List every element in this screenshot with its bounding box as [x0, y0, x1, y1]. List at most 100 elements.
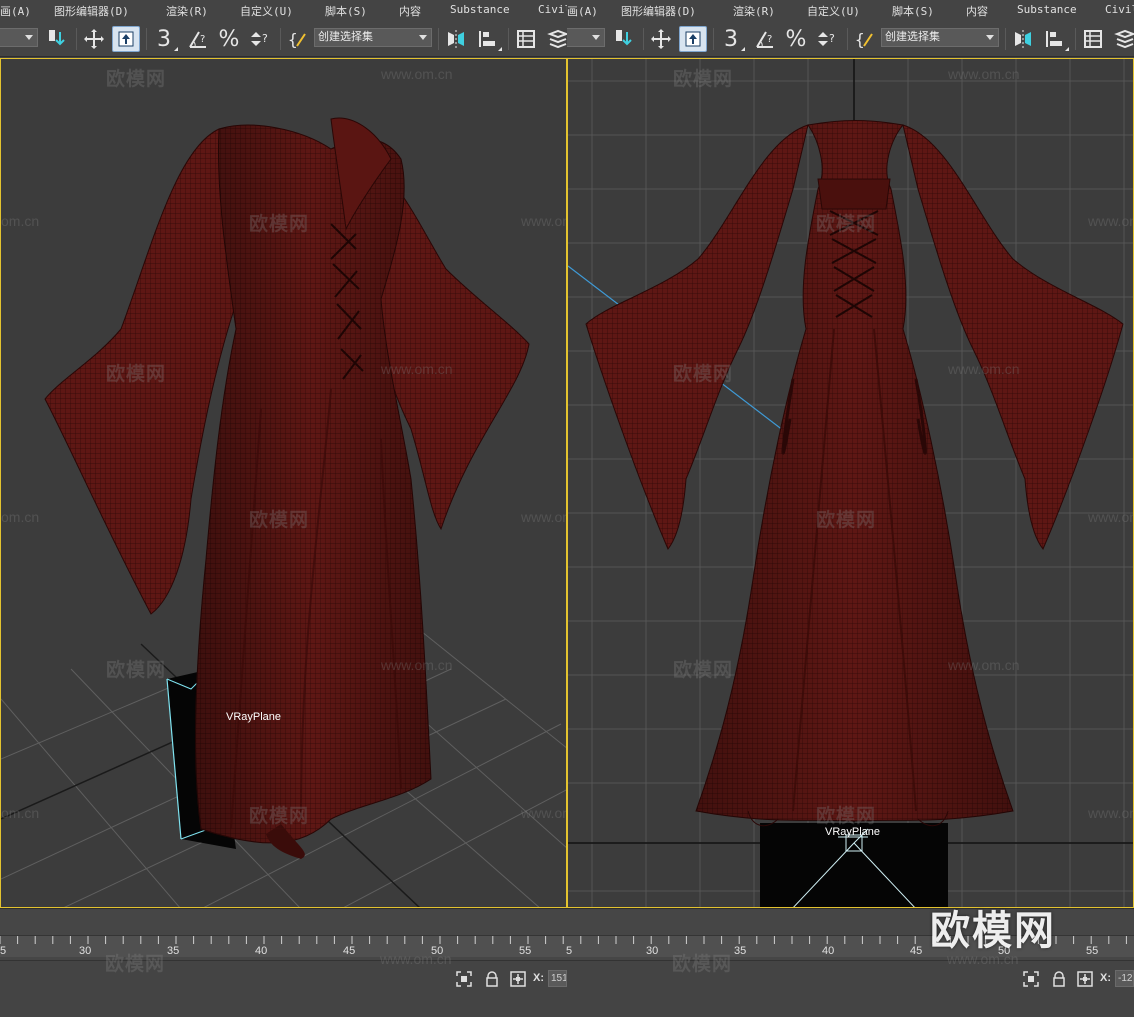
- select-and-manipulate-icon[interactable]: [80, 26, 108, 52]
- x-coord-field[interactable]: -12: [1115, 970, 1134, 987]
- snaps-toggle-label: 3: [157, 26, 171, 52]
- scene-explorer-icon[interactable]: [1079, 26, 1107, 52]
- watermark-url: www.om.cn: [381, 66, 453, 82]
- timeline-tick-label: 35: [734, 945, 747, 957]
- named-selection-set-dropdown[interactable]: 创建选择集: [881, 28, 999, 47]
- x-coord-label: X:: [1100, 972, 1111, 984]
- watermark-brand: 欧模网: [673, 68, 734, 90]
- timeline-tick-label: 30: [79, 945, 92, 957]
- edit-named-selection-icon[interactable]: {: [284, 26, 312, 52]
- isolate-selection-icon[interactable]: [456, 971, 472, 987]
- menu-civil[interactable]: Civil: [538, 3, 567, 16]
- lock-icon[interactable]: [1051, 971, 1067, 987]
- percent-snap-icon[interactable]: %: [216, 26, 242, 52]
- watermark-url: www.om.cn: [1088, 805, 1133, 821]
- pivot-center-icon[interactable]: [611, 26, 637, 52]
- vray-plane-label: VRayPlane: [226, 711, 282, 723]
- angle-snap-icon[interactable]: ?: [184, 26, 212, 52]
- keyboard-shortcut-override-icon[interactable]: [679, 26, 707, 52]
- menu-graph-editors[interactable]: 图形编辑器(D): [621, 3, 696, 19]
- layer-explorer-icon[interactable]: [544, 26, 567, 52]
- keyboard-shortcut-override-icon[interactable]: [112, 26, 140, 52]
- spinner-snap-icon[interactable]: ?: [246, 26, 274, 52]
- timeline-tick-label: 40: [822, 945, 835, 957]
- menu-animation[interactable]: 画(A): [567, 3, 598, 19]
- menu-content[interactable]: 内容: [966, 3, 988, 19]
- absolute-mode-transform-icon[interactable]: [510, 971, 526, 987]
- snaps-toggle-label: 3: [724, 26, 738, 52]
- menu-graph-editors[interactable]: 图形编辑器(D): [54, 3, 129, 19]
- named-selection-set-placeholder: 创建选择集: [885, 31, 940, 43]
- edit-named-selection-icon[interactable]: {: [851, 26, 879, 52]
- menu-scripting[interactable]: 脚本(S): [325, 3, 367, 19]
- menu-scripting[interactable]: 脚本(S): [892, 3, 934, 19]
- watermark-url: om.cn: [1, 213, 40, 229]
- timeline-tick-label: 5: [566, 945, 573, 957]
- watermark-url: www.om.cn: [1088, 509, 1133, 525]
- scene-explorer-icon[interactable]: [512, 26, 540, 52]
- watermark-brand: 欧模网: [672, 953, 733, 975]
- snaps-toggle-icon[interactable]: 3: [150, 26, 178, 52]
- align-icon[interactable]: [1041, 26, 1069, 52]
- watermark-url: www.om.cn: [521, 213, 566, 229]
- menu-substance[interactable]: Substance: [450, 3, 510, 16]
- spinner-snap-icon[interactable]: ?: [813, 26, 841, 52]
- menu-substance[interactable]: Substance: [1017, 3, 1077, 16]
- lock-icon[interactable]: [484, 971, 500, 987]
- timeline-tick-label: 55: [519, 945, 532, 957]
- watermark-brand: 欧模网: [673, 659, 734, 681]
- align-icon[interactable]: [474, 26, 502, 52]
- toolbar-right: 3 ? % ? { 创建选择集: [567, 20, 1134, 56]
- menu-customize[interactable]: 自定义(U): [807, 3, 860, 19]
- reference-coord-dropdown[interactable]: [567, 28, 605, 47]
- watermark-brand: 欧模网: [816, 509, 877, 531]
- watermark-url: www.om.cn: [948, 361, 1020, 377]
- reference-coord-dropdown[interactable]: [0, 28, 38, 47]
- perspective-viewport-canvas: [1, 117, 566, 907]
- menu-civil[interactable]: Civil: [1105, 3, 1134, 16]
- watermark-url: www.om.cn: [1088, 213, 1133, 229]
- watermark-url: om.cn: [1, 509, 40, 525]
- timeline-tick-label: 45: [910, 945, 923, 957]
- angle-snap-icon[interactable]: ?: [751, 26, 779, 52]
- timeline-tick-label: 40: [255, 945, 268, 957]
- svg-text:?: ?: [200, 34, 205, 45]
- x-coord-field[interactable]: 151: [548, 970, 567, 987]
- svg-text:{: {: [855, 30, 865, 49]
- timeline-tick-label: 35: [167, 945, 180, 957]
- percent-snap-label: %: [218, 26, 240, 52]
- percent-snap-icon[interactable]: %: [783, 26, 809, 52]
- watermark-brand: 欧模网: [816, 213, 877, 235]
- pivot-center-icon[interactable]: [44, 26, 70, 52]
- menu-rendering[interactable]: 渲染(R): [166, 3, 208, 19]
- menu-bar-right: 画(A) 图形编辑器(D) 渲染(R) 自定义(U) 脚本(S) 内容 Subs…: [567, 0, 1134, 20]
- menu-animation[interactable]: 画(A): [0, 3, 31, 19]
- mirror-icon[interactable]: [442, 26, 470, 52]
- snaps-toggle-icon[interactable]: 3: [717, 26, 745, 52]
- front-viewport[interactable]: VRayPlane 欧模网 www.om.cn 欧模网 www.om.cn 欧模…: [567, 58, 1134, 908]
- watermark-url: www.om.cn: [380, 951, 452, 967]
- watermark-url: www.om.cn: [521, 805, 566, 821]
- isolate-selection-icon[interactable]: [1023, 971, 1039, 987]
- select-and-manipulate-icon[interactable]: [647, 26, 675, 52]
- menu-content[interactable]: 内容: [399, 3, 421, 19]
- svg-text:{: {: [288, 30, 298, 49]
- layer-explorer-icon[interactable]: [1111, 26, 1134, 52]
- percent-snap-label: %: [785, 26, 807, 52]
- watermark-brand: 欧模网: [106, 363, 167, 385]
- watermark-url: www.om.cn: [947, 951, 1019, 967]
- watermark-brand: 欧模网: [105, 953, 166, 975]
- perspective-viewport[interactable]: VRayPlane 欧模网 www.om.cn om.cn 欧模网 www.om…: [0, 58, 567, 908]
- absolute-mode-transform-icon[interactable]: [1077, 971, 1093, 987]
- menu-customize[interactable]: 自定义(U): [240, 3, 293, 19]
- status-bar: 欧模网 www.om.cn 欧模网 www.om.cn X: 151 X: -1…: [0, 951, 1134, 1017]
- timeline-tick-label: 30: [646, 945, 659, 957]
- menu-rendering[interactable]: 渲染(R): [733, 3, 775, 19]
- watermark-url: om.cn: [1, 805, 40, 821]
- timeline-tick-label: 55: [1086, 945, 1099, 957]
- watermark-brand: 欧模网: [106, 68, 167, 90]
- named-selection-set-dropdown[interactable]: 创建选择集: [314, 28, 432, 47]
- timeline-tick-label: 5: [0, 945, 7, 957]
- svg-text:?: ?: [829, 32, 835, 45]
- mirror-icon[interactable]: [1009, 26, 1037, 52]
